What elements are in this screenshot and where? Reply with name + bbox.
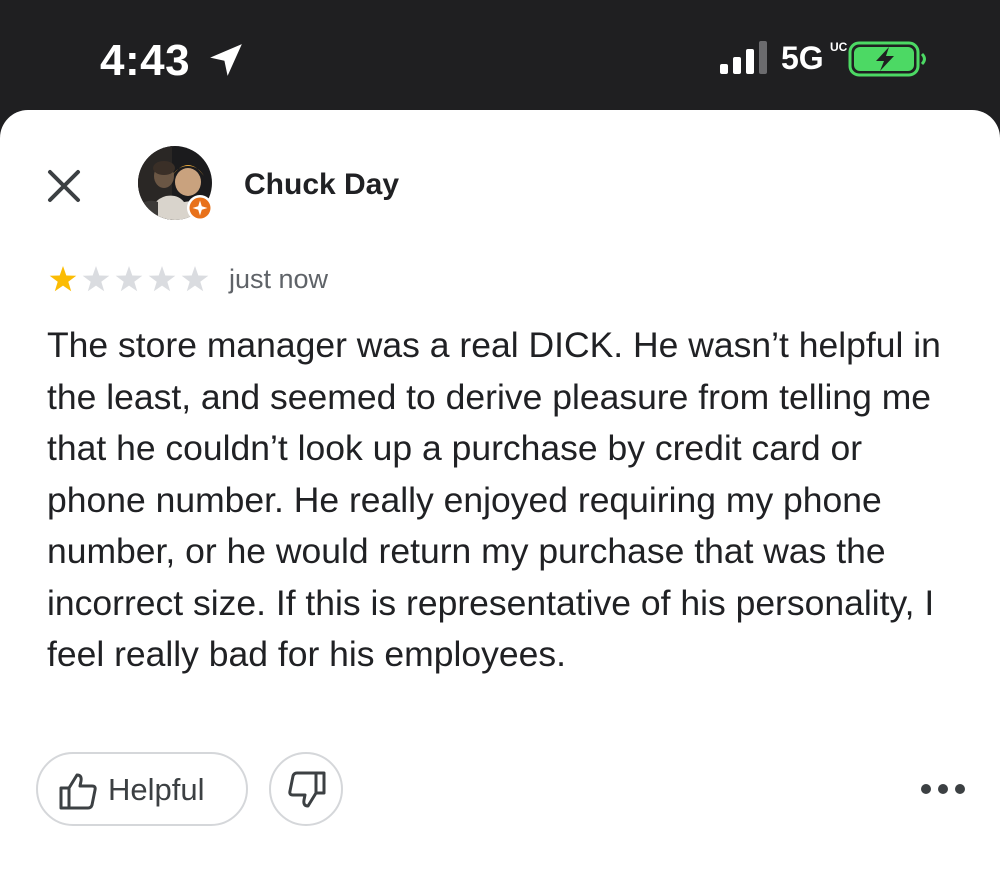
star-rating <box>49 266 209 292</box>
star-icon-filled <box>49 266 77 292</box>
more-horizontal-icon[interactable] <box>920 778 966 800</box>
star-icon-empty <box>181 266 209 292</box>
thumbs-down-icon <box>288 771 326 808</box>
status-time: 4:43 <box>100 36 191 85</box>
status-bar: 4:43 5G UC <box>0 0 1000 110</box>
review-sheet: Chuck Day just now The store manager was… <box>0 110 1000 870</box>
review-text: The store manager was a real DICK. He wa… <box>47 325 941 674</box>
star-icon-empty <box>115 266 143 292</box>
cellular-signal-icon <box>720 41 767 74</box>
close-icon[interactable] <box>42 164 86 208</box>
review-time: just now <box>229 264 329 294</box>
not-helpful-button[interactable] <box>269 752 343 826</box>
helpful-button[interactable]: Helpful <box>36 752 248 826</box>
battery-charging-icon <box>848 41 926 77</box>
location-arrow-icon <box>210 44 242 76</box>
reviewer-name[interactable]: Chuck Day <box>244 168 399 202</box>
network-type: 5G <box>781 40 824 76</box>
star-icon-empty <box>82 266 110 292</box>
avatar[interactable] <box>138 146 216 224</box>
network-suffix: UC <box>830 40 848 54</box>
thumbs-up-icon <box>59 773 97 810</box>
star-icon-empty <box>148 266 176 292</box>
helpful-label: Helpful <box>108 772 205 807</box>
